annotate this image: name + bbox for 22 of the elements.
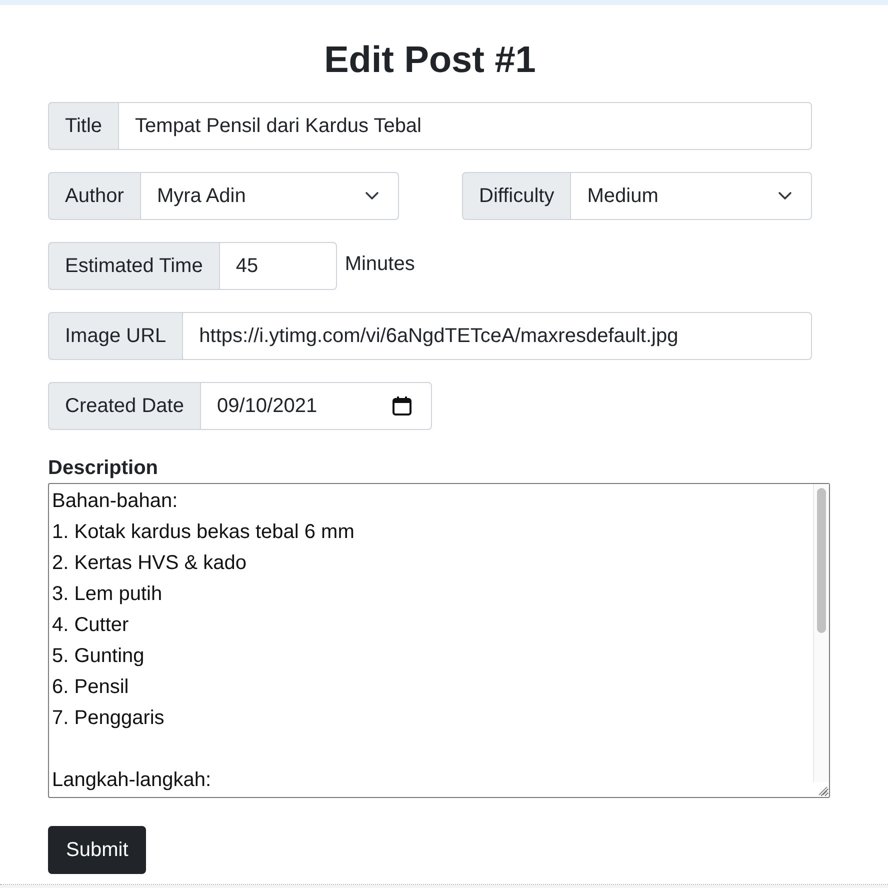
chevron-down-icon <box>778 192 792 200</box>
text-field[interactable]: https://i.ytimg.com/vi/6aNgdTETceA/maxresdefault.jpg <box>182 312 812 360</box>
field-label: Estimated Time <box>48 242 220 290</box>
number-field[interactable]: 45 <box>218 242 337 290</box>
dropdown-field[interactable]: Myra Adin <box>140 172 399 220</box>
field-label: Created Date <box>48 382 201 430</box>
scrollbar-thumb[interactable] <box>817 488 826 633</box>
unit-text: Minutes <box>344 252 415 276</box>
description-label: Description <box>48 456 158 480</box>
page-heading: Edit Post #1 <box>323 38 537 82</box>
description-textarea[interactable]: Bahan-bahan: 1. Kotak kardus bekas tebal 6 mm 2. Kertas HVS & kado 3. Lem putih 4. Cutter 5. Gunting 6. Pensil 7. Penggaris Langkah-langkah: <box>48 483 830 798</box>
calendar-icon[interactable] <box>392 396 412 416</box>
chevron-down-icon <box>365 192 379 200</box>
field-label: Title <box>48 102 120 150</box>
field-label: Author <box>48 172 141 220</box>
dropdown-field[interactable]: Medium <box>570 172 812 220</box>
date-field[interactable]: 09/10/2021 <box>200 382 432 430</box>
resize-grip-icon[interactable] <box>818 786 828 796</box>
field-label: Image URL <box>48 312 184 360</box>
text-field[interactable]: Tempat Pensil dari Kardus Tebal <box>118 102 812 150</box>
field-label: Difficulty <box>462 172 572 220</box>
submit-button[interactable]: Submit <box>48 826 146 874</box>
